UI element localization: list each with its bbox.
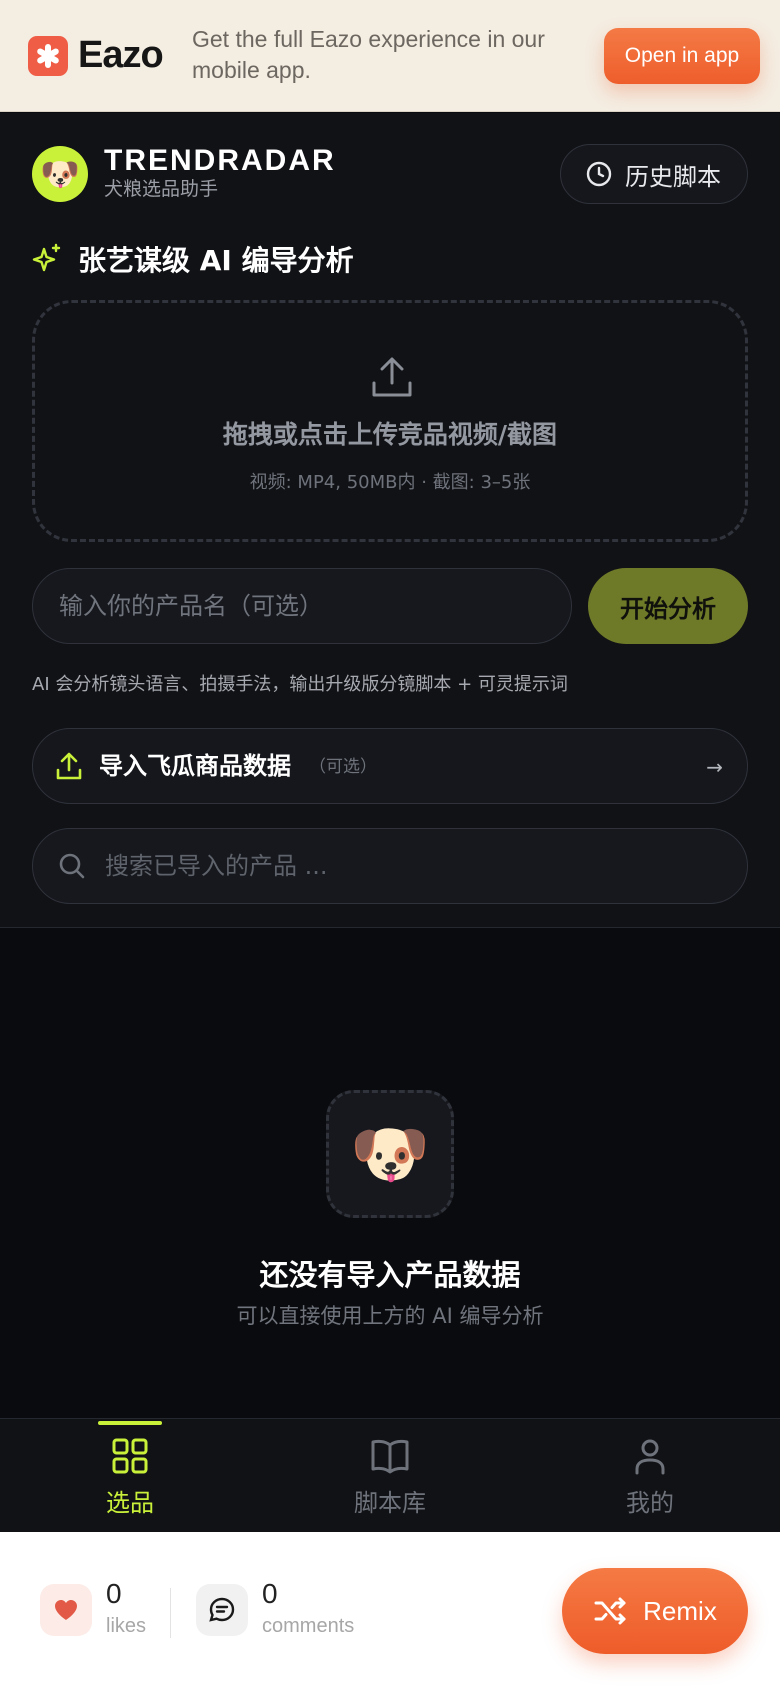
tab-label: 脚本库 (354, 1489, 426, 1517)
tab-selection[interactable]: 选品 (0, 1419, 260, 1533)
search-input[interactable] (105, 841, 705, 891)
dog-emoji-icon: 🐶 (40, 155, 80, 193)
grid-icon (112, 1438, 148, 1474)
sparkle-icon (32, 243, 61, 272)
remix-button[interactable]: Remix (562, 1568, 748, 1654)
section-title-text: 张艺谋级 AI 编导分析 (78, 244, 354, 277)
engagement-bar: 0 likes 0 comments Remix (0, 1532, 780, 1688)
dog-emoji-icon: 🐶 (350, 1117, 430, 1192)
like-button[interactable] (40, 1584, 92, 1636)
upload-format-hint: 视频: MP4, 50MB内 · 截图: 3–5张 (249, 472, 531, 493)
section-title: 张艺谋级 AI 编导分析 (32, 238, 354, 280)
likes-count: 0 (106, 1578, 122, 1609)
history-scripts-button[interactable]: 历史脚本 (560, 144, 748, 204)
empty-state-icon: 🐶 (326, 1090, 454, 1218)
upload-icon (372, 357, 412, 397)
product-name-input[interactable] (32, 568, 572, 644)
product-search-box[interactable] (32, 828, 748, 904)
shuffle-icon (594, 1597, 626, 1625)
import-label: 导入飞瓜商品数据 (99, 752, 291, 780)
tab-profile[interactable]: 我的 (520, 1419, 780, 1533)
app-subtitle: 犬粮选品助手 (104, 178, 219, 200)
book-icon (371, 1439, 409, 1474)
eazo-logo-icon (28, 36, 68, 76)
avatar[interactable]: 🐶 (32, 146, 88, 202)
comment-button[interactable] (196, 1584, 248, 1636)
promo-message: Get the full Eazo experience in our mobi… (192, 26, 545, 83)
comment-icon (209, 1597, 235, 1622)
history-label: 历史脚本 (625, 162, 721, 191)
tab-label: 我的 (626, 1489, 674, 1517)
start-analysis-button[interactable]: 开始分析 (588, 568, 748, 644)
app-title: TRENDRADAR (104, 144, 336, 177)
divider (170, 1588, 171, 1638)
comments-label: comments (262, 1615, 355, 1637)
open-in-app-button[interactable]: Open in app (604, 28, 760, 84)
import-optional-tag: （可选） (309, 757, 377, 777)
empty-state-title: 还没有导入产品数据 (259, 1258, 521, 1292)
search-icon (59, 853, 85, 879)
upload-icon (56, 752, 82, 780)
bottom-tab-bar: 选品 脚本库 我的 (0, 1418, 780, 1532)
tab-script-library[interactable]: 脚本库 (260, 1419, 520, 1533)
app-promo-banner: Eazo Get the full Eazo experience in our… (0, 0, 780, 112)
import-feigua-data-button[interactable]: 导入飞瓜商品数据 （可选） → (32, 728, 748, 804)
tab-label: 选品 (106, 1489, 154, 1517)
arrow-right-icon: → (706, 755, 723, 779)
comments-count: 0 (262, 1578, 278, 1609)
upload-dropzone[interactable]: 拖拽或点击上传竞品视频/截图 视频: MP4, 50MB内 · 截图: 3–5张 (32, 300, 748, 542)
ai-analysis-note: AI 会分析镜头语言、拍摄手法，输出升级版分镜脚本 + 可灵提示词 (32, 674, 568, 695)
empty-state-subtitle: 可以直接使用上方的 AI 编导分析 (236, 1304, 544, 1328)
heart-icon (55, 1600, 77, 1620)
eazo-logo-text: Eazo (78, 34, 164, 76)
clock-icon (586, 161, 612, 187)
upload-instruction: 拖拽或点击上传竞品视频/截图 (222, 420, 558, 449)
remix-label: Remix (643, 1595, 717, 1626)
likes-label: likes (106, 1615, 147, 1637)
user-icon (635, 1439, 665, 1475)
